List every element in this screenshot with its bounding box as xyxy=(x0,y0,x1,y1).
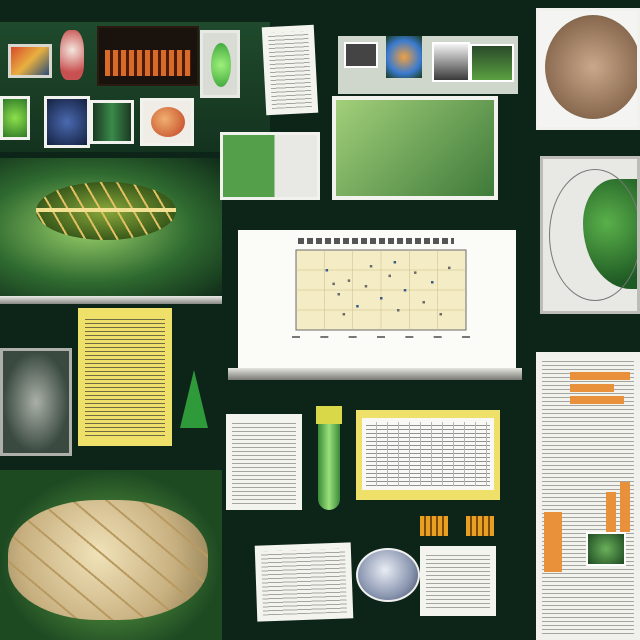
scatter-point xyxy=(422,301,425,304)
scatter-point xyxy=(356,305,359,308)
x-tick-mark xyxy=(433,336,442,338)
scatter-point xyxy=(325,269,329,272)
xray-skeleton[interactable] xyxy=(0,348,72,456)
yellow-document-left[interactable] xyxy=(78,308,172,446)
orange-swatch-right xyxy=(466,516,494,536)
thumbnail-green-room[interactable] xyxy=(90,100,134,144)
brain-photo-panel[interactable] xyxy=(0,470,222,640)
scatter-point xyxy=(388,274,391,278)
x-tick-mark xyxy=(377,336,385,338)
orange-swatch-left xyxy=(420,516,448,536)
chart-title-bar xyxy=(298,238,454,244)
data-table-card[interactable] xyxy=(356,410,500,500)
x-tick-mark xyxy=(320,336,329,338)
scatter-point xyxy=(364,285,368,288)
x-tick-mark xyxy=(462,336,470,338)
scatter-point xyxy=(448,266,451,270)
document-bottom-center[interactable] xyxy=(420,546,496,616)
scatter-point xyxy=(403,289,407,292)
photo-dried-leaf[interactable] xyxy=(536,8,640,130)
triangle-marker xyxy=(180,370,208,428)
scatter-point xyxy=(332,282,335,286)
x-tick-mark xyxy=(405,336,414,338)
thumbnail-blue-texture[interactable] xyxy=(44,96,90,148)
scatter-point xyxy=(439,313,442,316)
scatter-point xyxy=(414,271,417,274)
test-tube[interactable] xyxy=(318,410,340,510)
thumbnail-dark-striped[interactable] xyxy=(97,26,199,86)
thumbnail-green-vase[interactable] xyxy=(200,30,240,98)
scatter-point xyxy=(342,313,346,316)
scatter-point xyxy=(393,261,397,264)
anatomy-drawing[interactable] xyxy=(540,156,640,314)
scatter-point xyxy=(380,297,383,300)
document-top-center[interactable] xyxy=(261,24,319,116)
document-bottom-left[interactable] xyxy=(254,542,354,622)
scatter-point xyxy=(369,265,373,268)
scatter-point xyxy=(347,279,351,282)
photo-collage-top[interactable] xyxy=(338,36,518,94)
scatter-chart xyxy=(292,249,470,338)
thumbnail-figurine[interactable] xyxy=(60,30,84,80)
photo-green-slide[interactable] xyxy=(220,132,320,200)
scatter-chart-panel xyxy=(238,230,516,370)
chart-shelf xyxy=(228,368,522,380)
left-shelf xyxy=(0,296,222,304)
report-right-tall[interactable] xyxy=(536,352,640,640)
document-mid-left[interactable] xyxy=(226,414,302,510)
leaf-midrib xyxy=(36,208,176,212)
thumbnail-green-sphere[interactable] xyxy=(0,96,30,140)
thumbnail-pottery[interactable] xyxy=(140,98,194,146)
thumbnail-painting[interactable] xyxy=(8,44,52,78)
x-tick-mark xyxy=(292,336,300,338)
green-screen-frame[interactable] xyxy=(332,96,498,200)
scatter-point xyxy=(397,309,400,312)
scatter-point xyxy=(337,293,340,296)
stone-specimen[interactable] xyxy=(356,548,420,602)
x-tick-mark xyxy=(348,336,357,338)
test-tube-cap xyxy=(316,406,342,424)
scatter-point xyxy=(431,281,434,284)
